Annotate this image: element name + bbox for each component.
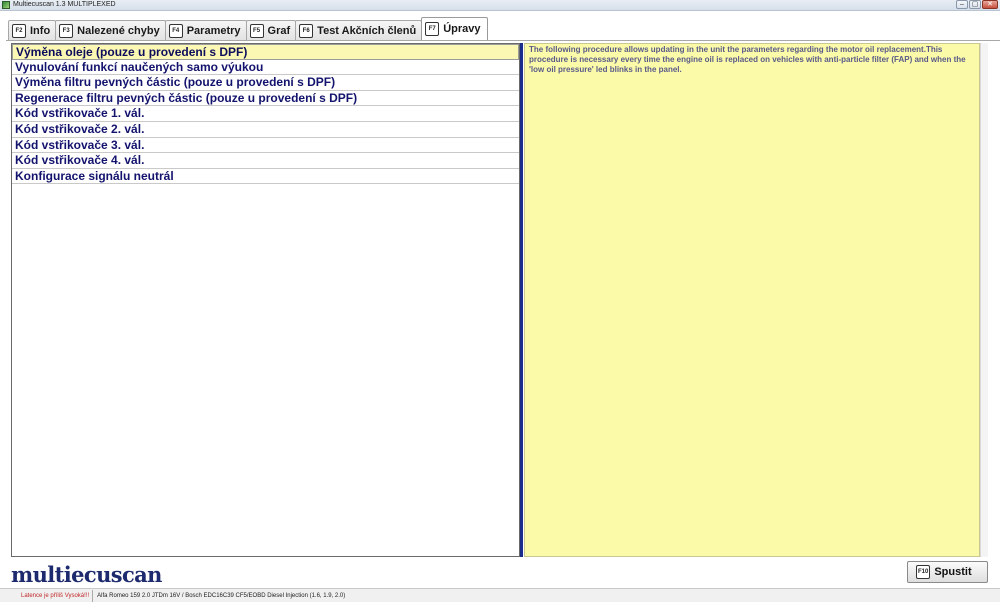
run-button-label: Spustit <box>934 566 972 578</box>
status-bar: Latence je příliš Vysoká!!! Alfa Romeo 1… <box>0 588 1000 602</box>
window-controls: – ▢ ✕ <box>956 0 998 10</box>
tab-label: Úpravy <box>443 23 481 35</box>
panel-splitter[interactable] <box>520 43 523 557</box>
procedure-list[interactable]: Výměna oleje (pouze u provedení s DPF) V… <box>11 43 520 557</box>
f3-key-icon: F3 <box>59 23 74 38</box>
run-button[interactable]: F10 Spustit <box>907 561 988 583</box>
tab-label: Info <box>30 24 51 37</box>
tab-found-errors[interactable]: F3 Nalezené chyby <box>55 20 166 40</box>
tab-label: Nalezené chyby <box>77 24 160 37</box>
maximize-button[interactable]: ▢ <box>969 0 981 9</box>
procedure-description: The following procedure allows updating … <box>524 43 980 557</box>
tab-bar: F2 Info F3 Nalezené chyby F4 Parametry F… <box>8 17 488 40</box>
description-scrollbar[interactable] <box>980 43 988 557</box>
tab-parameters[interactable]: F4 Parametry <box>164 20 247 40</box>
list-item[interactable]: Kód vstřikovače 1. vál. <box>12 106 519 122</box>
tab-label: Graf <box>267 24 291 37</box>
app-icon <box>2 1 10 9</box>
f7-key-icon: F7 <box>425 22 440 36</box>
minimize-button[interactable]: – <box>956 0 968 9</box>
list-item[interactable]: Vynulování funkcí naučených samo výukou <box>12 60 519 76</box>
f5-key-icon: F5 <box>249 23 264 38</box>
list-item[interactable]: Výměna filtru pevných částic (pouze u pr… <box>12 75 519 91</box>
tab-graph[interactable]: F5 Graf <box>245 20 297 40</box>
list-item[interactable]: Kód vstřikovače 2. vál. <box>12 122 519 138</box>
window-title: Multiecuscan 1.3 MULTIPLEXED <box>13 1 116 8</box>
list-item[interactable]: Kód vstřikovače 4. vál. <box>12 153 519 169</box>
latency-warning: Latence je příliš Vysoká!!! <box>18 589 94 602</box>
tab-info[interactable]: F2 Info <box>8 20 57 40</box>
tab-label: Parametry <box>186 24 241 37</box>
f6-key-icon: F6 <box>299 23 314 38</box>
list-item[interactable]: Regenerace filtru pevných částic (pouze … <box>12 91 519 107</box>
tab-actuator-test[interactable]: F6 Test Akčních členů <box>295 20 423 40</box>
list-item[interactable]: Kód vstřikovače 3. vál. <box>12 138 519 154</box>
f4-key-icon: F4 <box>168 23 183 38</box>
f2-key-icon: F2 <box>12 23 26 38</box>
vehicle-info: Alfa Romeo 159 2.0 JTDm 16V / Bosch EDC1… <box>97 592 346 599</box>
title-bar: Multiecuscan 1.3 MULTIPLEXED – ▢ ✕ <box>0 0 1000 11</box>
list-item[interactable]: Výměna oleje (pouze u provedení s DPF) <box>12 44 519 60</box>
f10-key-icon: F10 <box>916 565 931 579</box>
tab-adjustments[interactable]: F7 Úpravy <box>421 17 488 40</box>
close-button[interactable]: ✕ <box>982 0 998 9</box>
tab-divider <box>6 40 1000 41</box>
tab-label: Test Akčních členů <box>317 24 417 37</box>
multiecuscan-logo: multiecuscan <box>11 562 162 587</box>
list-item[interactable]: Konfigurace signálu neutrál <box>12 169 519 185</box>
